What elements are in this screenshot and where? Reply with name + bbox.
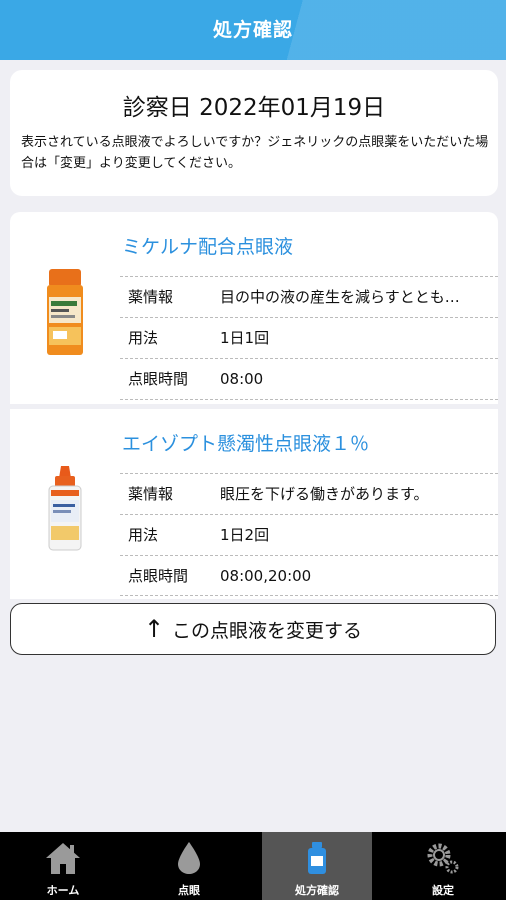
time-row: 点眼時間 08:00 xyxy=(120,358,498,399)
tab-bar: ホーム 点眼 処方確認 設定 xyxy=(0,832,506,900)
instruction-message: 表示されている点眼液でよろしいですか？ジェネリックの点眼薬をいただいた場合は「変… xyxy=(21,135,489,171)
medicine-card[interactable]: エイゾプト懸濁性点眼液１％ 薬情報 眼圧を下げる働きがあります。 用法 1日2回… xyxy=(10,409,498,599)
eyedrop-bottle-image xyxy=(48,466,82,551)
tab-eyedrop[interactable]: 点眼 xyxy=(126,832,252,900)
tab-label: 処方確認 xyxy=(295,884,339,897)
eyedrop-bottle-image xyxy=(47,269,83,355)
tab-home[interactable]: ホーム xyxy=(0,832,126,900)
tab-label: ホーム xyxy=(46,884,80,897)
visit-info-card: 診察日 2022年01月19日 表示されている点眼液でよろしいですか？ジェネリッ… xyxy=(10,70,498,196)
info-row: 薬情報 眼圧を下げる働きがあります。 xyxy=(120,473,498,514)
change-button-label: この点眼液を変更する xyxy=(172,619,363,642)
info-row: 薬情報 目の中の液の産生を減らすととも… xyxy=(120,276,498,317)
tab-settings[interactable]: 設定 xyxy=(380,832,506,900)
usage-row: 用法 1日1回 xyxy=(120,317,498,358)
page-title: 処方確認 xyxy=(212,19,293,41)
drop-icon xyxy=(126,840,252,876)
info-label: 薬情報 xyxy=(128,288,174,306)
time-value: 08:00,20:00 xyxy=(220,567,312,585)
time-row: 点眼時間 08:00,20:00 xyxy=(120,555,498,596)
info-value: 眼圧を下げる働きがあります。 xyxy=(220,485,429,503)
medicine-name[interactable]: ミケルナ配合点眼液 xyxy=(122,232,293,259)
info-value: 目の中の液の産生を減らすととも… xyxy=(220,288,460,306)
time-value: 08:00 xyxy=(220,370,264,388)
bottle-icon xyxy=(262,840,372,876)
medicine-name[interactable]: エイゾプト懸濁性点眼液１％ xyxy=(122,429,369,456)
arrow-up-icon: ↑ xyxy=(143,615,165,643)
home-icon xyxy=(0,840,126,876)
tab-label: 設定 xyxy=(432,884,454,897)
time-label: 点眼時間 xyxy=(128,567,189,585)
usage-row: 用法 1日2回 xyxy=(120,514,498,555)
usage-label: 用法 xyxy=(128,329,159,347)
info-label: 薬情報 xyxy=(128,485,174,503)
usage-value: 1日1回 xyxy=(220,329,270,347)
app-header: 処方確認 xyxy=(0,0,506,60)
change-eyedrop-button[interactable]: ↑ この点眼液を変更する xyxy=(10,603,496,655)
tab-label: 点眼 xyxy=(178,884,200,897)
visit-date: 診察日 2022年01月19日 xyxy=(122,95,386,121)
row-divider xyxy=(120,595,498,596)
usage-value: 1日2回 xyxy=(220,526,270,544)
time-label: 点眼時間 xyxy=(128,370,189,388)
medicine-card[interactable]: ミケルナ配合点眼液 薬情報 目の中の液の産生を減らすととも… 用法 1日1回 点… xyxy=(10,212,498,404)
usage-label: 用法 xyxy=(128,526,159,544)
gear-icon xyxy=(380,840,506,876)
row-divider xyxy=(120,399,498,400)
tab-prescription[interactable]: 処方確認 xyxy=(262,832,372,900)
